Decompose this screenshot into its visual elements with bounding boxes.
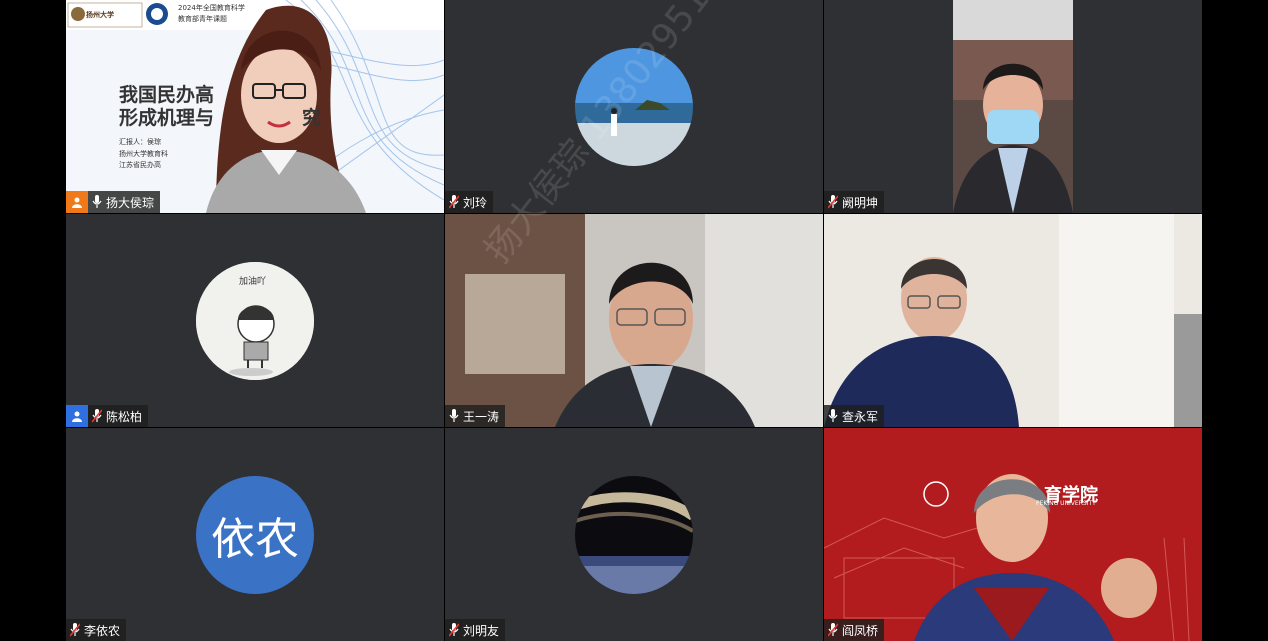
participant-name: 阙明坤: [842, 195, 879, 210]
participant-name: 刘明友: [463, 623, 500, 638]
participant-name: 李依农: [84, 623, 121, 638]
slide-header-2: 教育部青年课题: [178, 15, 227, 23]
avatar-doodle-text: 加油吖: [239, 276, 267, 287]
participant-name: 陈松柏: [106, 409, 143, 424]
avatar: [575, 475, 693, 594]
participant-namebar: 陈松柏: [66, 405, 149, 427]
video-tile[interactable]: 依农 李依农: [66, 428, 444, 641]
background-banner-sub: PEKING UNIVERSITY: [1036, 500, 1096, 507]
microphone-muted-icon: [449, 623, 459, 637]
participant-namebar: 李依农: [66, 619, 127, 641]
cohost-badge-icon: [66, 405, 88, 427]
slide-university: 扬州大学: [86, 11, 114, 19]
participant-video: [953, 0, 1073, 213]
slide-header-1: 2024年全国教育科学: [178, 4, 245, 12]
participant-video: [824, 214, 1202, 427]
avatar: 加油吖: [196, 261, 314, 380]
video-tile[interactable]: 刘明友: [445, 428, 823, 641]
participant-name: 查永军: [842, 409, 879, 424]
video-tile[interactable]: 育学院 PEKING UNIVERSITY 阎凤桥: [824, 428, 1202, 641]
video-grid: 扬州大学 2024年全国教育科学 教育部青年课题 我国民办高 形成机理与 究 汇…: [66, 0, 1202, 641]
avatar: [575, 47, 693, 166]
video-tile[interactable]: 阙明坤: [824, 0, 1202, 213]
video-tile[interactable]: 刘玲: [445, 0, 823, 213]
participant-name: 阎凤桥: [842, 623, 879, 638]
slide-affiliation-1: 扬州大学教育科: [119, 150, 168, 158]
participant-name: 王一涛: [463, 409, 500, 424]
slide-reporter: 汇报人：侯琮: [119, 138, 161, 146]
video-tile-host[interactable]: 扬州大学 2024年全国教育科学 教育部青年课题 我国民办高 形成机理与 究 汇…: [66, 0, 444, 213]
slide-title-suffix: 究: [302, 107, 322, 129]
microphone-muted-icon: [70, 623, 80, 637]
microphone-muted-icon: [449, 195, 459, 209]
avatar-text: 依农: [211, 513, 299, 565]
slide-title-line2: 形成机理与: [119, 107, 215, 129]
microphone-icon: [828, 409, 838, 422]
host-badge-icon: [66, 191, 88, 213]
microphone-muted-icon: [828, 623, 838, 637]
participant-video: [445, 214, 823, 427]
participant-namebar: 刘明友: [445, 619, 506, 641]
participant-namebar: 阙明坤: [824, 191, 885, 213]
participant-name: 刘玲: [463, 195, 488, 210]
participant-name: 扬大侯琮: [106, 195, 155, 210]
microphone-icon: [92, 195, 102, 208]
participant-namebar: 扬大侯琮: [66, 191, 161, 213]
slide-affiliation-2: 江苏省民办高: [119, 161, 161, 169]
participant-namebar: 查永军: [824, 405, 885, 427]
participant-namebar: 王一涛: [445, 405, 506, 427]
participant-video: [824, 428, 1202, 641]
participant-namebar: 刘玲: [445, 191, 494, 213]
microphone-muted-icon: [828, 195, 838, 209]
microphone-icon: [449, 409, 459, 422]
participant-namebar: 阎凤桥: [824, 619, 885, 641]
video-tile[interactable]: 王一涛: [445, 214, 823, 427]
video-tile-active-speaker[interactable]: 查永军: [824, 214, 1202, 427]
avatar: 依农: [196, 475, 314, 594]
video-tile[interactable]: 加油吖 陈松柏: [66, 214, 444, 427]
microphone-muted-icon: [92, 409, 102, 423]
